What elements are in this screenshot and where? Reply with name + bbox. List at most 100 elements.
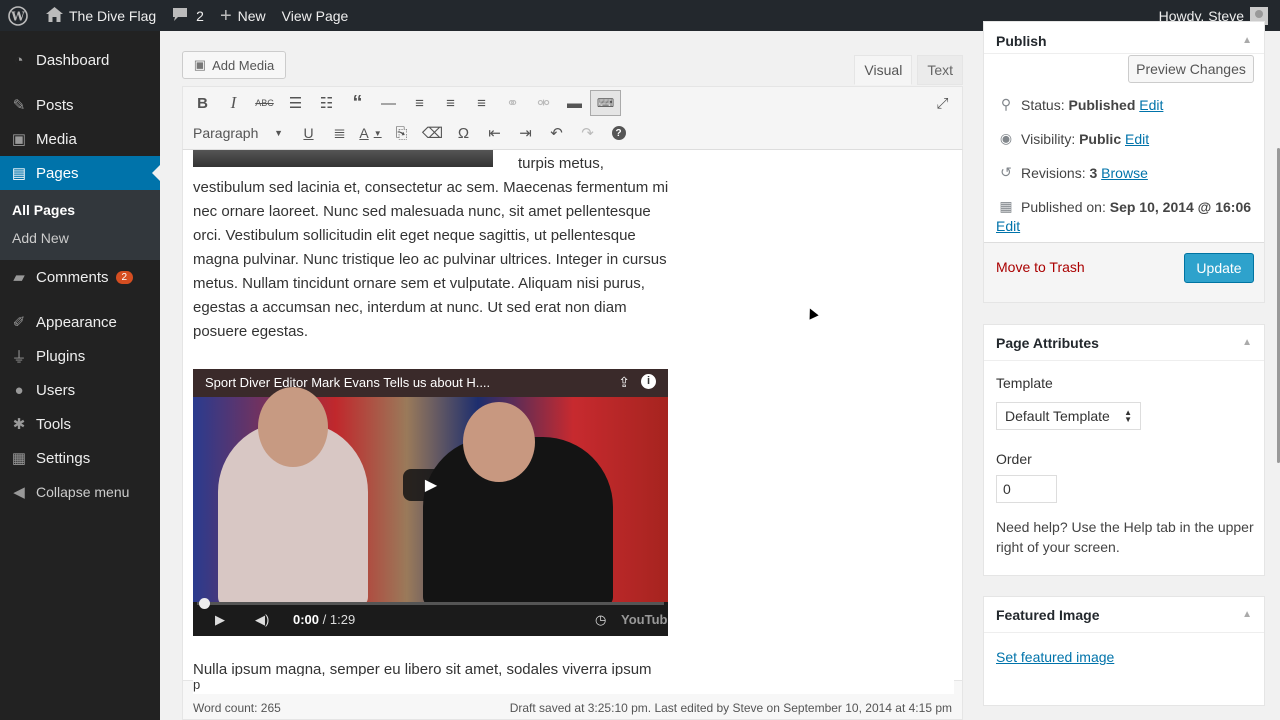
comments-count: 2 [196,7,204,24]
submenu-add-new[interactable]: Add New [0,224,160,252]
set-featured-image-link[interactable]: Set featured image [996,649,1114,665]
align-left-icon[interactable]: ≡ [404,90,435,116]
menu-dashboard[interactable]: ◔ Dashboard [0,43,160,77]
info-icon[interactable]: i [641,374,656,389]
template-value: Default Template [1005,408,1110,424]
edit-date-link[interactable]: Edit [996,218,1020,234]
preview-label: Preview Changes [1136,61,1246,77]
underline-icon[interactable]: U [293,120,324,146]
site-name: The Dive Flag [69,7,157,24]
update-button[interactable]: Update [1184,253,1254,283]
collapse-arrow-icon[interactable]: ▲ [1242,337,1252,348]
video-title[interactable]: Sport Diver Editor Mark Evans Tells us a… [205,375,490,390]
toolbar-toggle-icon[interactable]: ⌨ [590,90,621,116]
bullet-list-icon[interactable]: ☰ [280,90,311,116]
preview-changes-button[interactable]: Preview Changes [1128,55,1254,83]
add-media-button[interactable]: ▣ Add Media [182,51,286,79]
add-media-label: Add Media [212,57,275,73]
numbered-list-icon[interactable]: ☷ [311,90,342,116]
publish-header[interactable]: Publish ▲ [984,22,1264,54]
editor-content[interactable]: turpis metus, vestibulum sed lacinia et,… [182,150,963,680]
format-select-value: Paragraph [193,125,259,141]
share-icon[interactable]: ⇪ [618,374,630,391]
editor-tabs: Visual Text [849,55,963,85]
undo-icon[interactable]: ↶ [541,120,572,146]
bold-icon[interactable]: B [187,90,218,116]
tab-text[interactable]: Text [917,55,963,85]
strikethrough-icon[interactable]: ABC [249,90,280,116]
menu-comments[interactable]: ▰ Comments 2 [0,260,160,294]
format-select[interactable]: Paragraph ▼ [187,121,289,145]
template-select[interactable]: Default Template ▲ ▼ [996,402,1141,430]
menu-label: Settings [36,449,91,467]
align-right-icon[interactable]: ≡ [466,90,497,116]
play-icon[interactable]: ▶ [215,612,225,628]
view-page-link[interactable]: View Page [274,0,357,31]
featured-image-header[interactable]: Featured Image ▲ [984,597,1264,633]
text-color-icon[interactable]: A ▼ [355,120,386,146]
submenu-all-pages[interactable]: All Pages [0,196,160,224]
text-fragment: turpis metus, [518,155,604,172]
menu-tools[interactable]: ✱ Tools [0,407,160,441]
collapse-arrow-icon[interactable]: ▲ [1242,609,1252,620]
comments-link[interactable]: 2 [164,0,212,31]
fullscreen-icon[interactable]: ⤢ [927,90,958,116]
menu-posts[interactable]: ✎ Posts [0,88,160,122]
edit-status-link[interactable]: Edit [1139,97,1163,113]
menu-settings[interactable]: ▦ Settings [0,441,160,475]
order-input[interactable]: 0 [996,475,1057,503]
editor-toolbar: B I ABC ☰ ☷ “ — ≡ ≡ ≡ ⚭ ⚮ ▬ ⌨ ⤢ Paragrap… [182,86,963,150]
edit-visibility-link[interactable]: Edit [1125,131,1149,147]
special-character-icon[interactable]: Ω [448,120,479,146]
menu-collapse[interactable]: ◀ Collapse menu [0,475,160,509]
blockquote-icon[interactable]: “ [342,90,373,116]
page-attributes-header[interactable]: Page Attributes ▲ [984,325,1264,361]
published-on-row: ▦ Published on: Sep 10, 2014 @ 16:06 [996,198,1251,215]
element-path[interactable]: p [193,676,954,694]
video-scrubber[interactable] [199,598,210,609]
menu-plugins[interactable]: ⏚ Plugins [0,339,160,373]
unlink-icon[interactable]: ⚮ [528,90,559,116]
outdent-icon[interactable]: ⇤ [479,120,510,146]
wordpress-logo-icon[interactable]: W [0,0,38,31]
menu-media[interactable]: ▣ Media [0,122,160,156]
draft-saved-status: Draft saved at 3:25:10 pm. Last edited b… [509,701,952,715]
play-button[interactable]: ▶ [403,469,459,501]
dashboard-icon: ◔ [14,51,24,69]
user-icon: ● [14,381,24,399]
move-to-trash-link[interactable]: Move to Trash [996,259,1085,275]
align-center-icon[interactable]: ≡ [435,90,466,116]
pin-icon: ✎ [12,97,26,114]
video-controls: ▶ ◀) 0:00 / 1:29 ◷ YouTube [193,598,668,636]
site-name-link[interactable]: The Dive Flag [38,0,164,31]
new-label: New [237,7,266,24]
new-content-link[interactable]: + New [212,0,274,31]
publish-box: Publish ▲ Preview Changes ⚲ Status: Publ… [983,21,1265,303]
redo-icon[interactable]: ↷ [572,120,603,146]
volume-icon[interactable]: ◀) [255,612,269,628]
page-attributes-title: Page Attributes [996,334,1099,351]
plus-icon: + [219,4,232,27]
pages-submenu: All Pages Add New [0,190,160,260]
menu-pages[interactable]: ▤ Pages [0,156,160,190]
clock-icon[interactable]: ◷ [595,612,606,628]
youtube-video[interactable]: Sport Diver Editor Mark Evans Tells us a… [193,369,668,636]
collapse-arrow-icon[interactable]: ▲ [1242,35,1252,46]
read-more-icon[interactable]: ▬ [559,90,590,116]
horizontal-line-icon[interactable]: — [373,90,404,116]
youtube-logo[interactable]: YouTube [621,612,668,627]
indent-icon[interactable]: ⇥ [510,120,541,146]
comment-icon: ▰ [13,269,25,286]
italic-icon[interactable]: I [218,90,249,116]
browse-revisions-link[interactable]: Browse [1101,165,1148,181]
paste-text-icon[interactable]: ⎘ [386,120,417,146]
justify-icon[interactable]: ≣ [324,120,355,146]
video-progress[interactable] [197,598,664,609]
tab-visual[interactable]: Visual [854,55,913,85]
menu-users[interactable]: ● Users [0,373,160,407]
clear-formatting-icon[interactable]: ⌫ [417,120,448,146]
link-icon[interactable]: ⚭ [497,90,528,116]
help-icon[interactable]: ? [603,120,634,146]
menu-appearance[interactable]: ✐ Appearance [0,305,160,339]
media-icon: ▣ [11,131,27,148]
